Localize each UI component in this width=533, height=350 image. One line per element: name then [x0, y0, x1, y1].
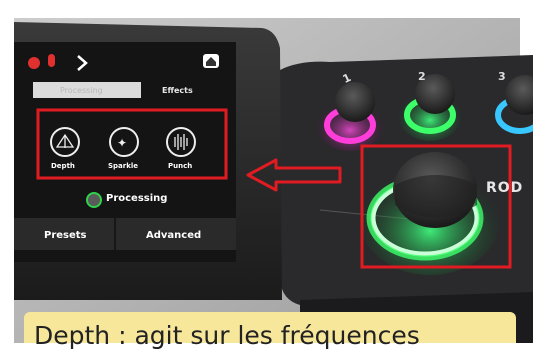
channel-knob-2[interactable] — [405, 74, 457, 134]
processing-toggle-label: Processing — [106, 193, 168, 204]
tab-processing[interactable]: Processing — [60, 86, 103, 95]
toggle-indicator-icon — [85, 192, 101, 208]
channel-knob-3[interactable] — [498, 74, 533, 134]
home-icon[interactable] — [201, 52, 221, 70]
tab-effects[interactable]: Effects — [162, 86, 193, 95]
chevron-right-icon[interactable] — [74, 52, 90, 74]
highlight-box-effects — [38, 110, 226, 178]
advanced-button[interactable]: Advanced — [146, 230, 201, 241]
caption-text: Depth : agit sur les fréquences — [34, 321, 420, 350]
arrow-icon — [248, 160, 340, 190]
presets-button[interactable]: Presets — [44, 230, 87, 241]
processing-toggle[interactable]: Processing — [85, 191, 171, 209]
mic-muted-icon[interactable] — [26, 52, 58, 72]
channel-knob-1[interactable] — [326, 82, 376, 142]
highlight-box-knob — [362, 146, 510, 267]
